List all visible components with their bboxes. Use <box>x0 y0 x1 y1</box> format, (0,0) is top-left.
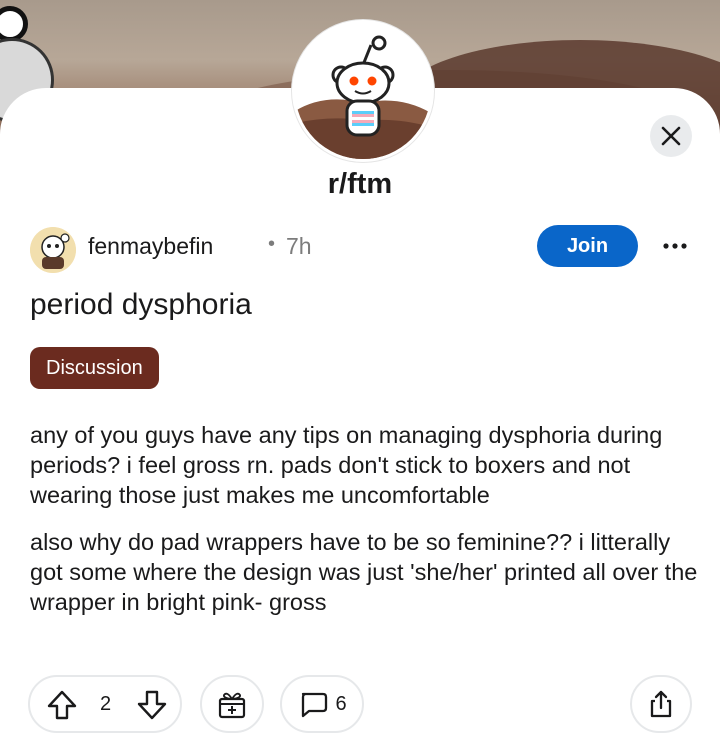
post-author[interactable]: fenmaybefin <box>88 233 213 260</box>
subreddit-avatar[interactable] <box>292 20 434 162</box>
award-button[interactable] <box>200 675 264 733</box>
more-options-icon <box>663 243 687 249</box>
downvote-icon <box>137 690 167 720</box>
share-icon <box>650 690 672 718</box>
more-options-button[interactable] <box>660 231 690 261</box>
upvote-button[interactable] <box>44 687 80 723</box>
banner-decoration <box>0 6 28 42</box>
close-icon <box>661 126 681 146</box>
comment-icon <box>302 692 328 718</box>
user-avatar[interactable] <box>30 227 76 273</box>
comments-button[interactable]: 6 <box>280 675 364 733</box>
join-button[interactable]: Join <box>537 225 638 267</box>
vote-count: 2 <box>100 693 112 715</box>
close-button[interactable] <box>650 115 692 157</box>
vote-bar: 2 <box>28 675 182 733</box>
snoo-avatar-icon <box>295 23 431 159</box>
subreddit-name[interactable]: r/ftm <box>0 168 720 201</box>
share-button[interactable] <box>630 675 692 733</box>
post-flair[interactable]: Discussion <box>30 347 159 389</box>
award-icon <box>218 692 246 719</box>
user-avatar-icon <box>30 227 76 273</box>
comment-count: 6 <box>335 692 347 715</box>
meta-separator: • <box>268 233 276 255</box>
post-body-paragraph: also why do pad wrappers have to be so f… <box>30 529 698 615</box>
downvote-button[interactable] <box>134 687 170 723</box>
post-body-paragraph: any of you guys have any tips on managin… <box>30 422 663 508</box>
post-age: 7h <box>286 233 312 259</box>
post-header: fenmaybefin • 7h Join <box>30 225 690 273</box>
upvote-icon <box>47 690 77 720</box>
post-title: period dysphoria <box>30 288 252 321</box>
